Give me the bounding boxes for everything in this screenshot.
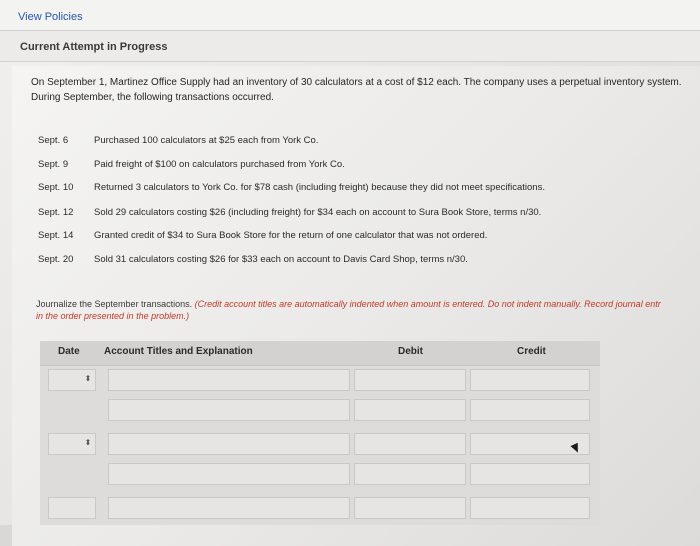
instructions: Journalize the September transactions. (… [36,298,700,322]
select-spinner-icon: ⬍ [84,374,92,383]
transaction-row: Sept. 10 Returned 3 calculators to York … [38,182,545,193]
credit-input[interactable] [470,399,590,421]
select-spinner-icon: ⬍ [84,438,92,447]
attempt-status-text: Current Attempt in Progress [20,41,168,53]
debit-input[interactable] [354,497,466,519]
transaction-description: Paid freight of $100 on calculators purc… [94,159,345,170]
attempt-status-bar: Current Attempt in Progress [0,31,700,62]
credit-input[interactable] [470,497,590,519]
page: View Policies Current Attempt in Progres… [0,0,700,546]
transaction-date: Sept. 12 [38,207,74,218]
transaction-date: Sept. 14 [38,230,74,241]
account-title-input[interactable] [108,399,350,421]
view-policies-link[interactable]: View Policies [18,11,83,23]
debit-input[interactable] [354,369,466,391]
account-title-input[interactable] [108,497,350,519]
debit-input[interactable] [354,433,466,455]
transaction-description: Returned 3 calculators to York Co. for $… [94,182,545,193]
transaction-description: Sold 29 calculators costing $26 (includi… [94,207,542,218]
date-select[interactable] [48,497,96,519]
credit-input[interactable] [470,369,590,391]
transaction-description: Sold 31 calculators costing $26 for $33 … [94,254,468,265]
transaction-description: Purchased 100 calculators at $25 each fr… [94,135,319,146]
debit-input[interactable] [354,463,466,485]
credit-input[interactable] [470,463,590,485]
transaction-row: Sept. 14 Granted credit of $34 to Sura B… [38,230,487,241]
transaction-row: Sept. 20 Sold 31 calculators costing $26… [38,254,468,265]
account-title-input[interactable] [108,433,350,455]
column-header-date: Date [58,346,80,357]
instruction-note: (Credit account titles are automatically… [194,299,661,309]
account-title-input[interactable] [108,369,350,391]
transaction-date: Sept. 10 [38,182,74,193]
account-title-input[interactable] [108,463,350,485]
instruction-note-continued: in the order presented in the problem.) [36,311,190,321]
column-header-credit: Credit [517,346,546,357]
transaction-date: Sept. 9 [38,159,69,170]
transaction-date: Sept. 6 [38,135,69,146]
journal-table: Date Account Titles and Explanation Debi… [40,341,600,525]
transaction-row: Sept. 12 Sold 29 calculators costing $26… [38,207,541,218]
top-bar: View Policies [0,0,700,31]
transaction-row: Sept. 6 Purchased 100 calculators at $25… [38,135,318,146]
transaction-description: Granted credit of $34 to Sura Book Store… [94,230,488,241]
debit-input[interactable] [354,399,466,421]
column-header-account: Account Titles and Explanation [104,346,253,357]
transaction-row: Sept. 9 Paid freight of $100 on calculat… [38,159,345,170]
column-header-debit: Debit [398,346,423,357]
instruction-lead: Journalize the September transactions. [36,299,193,309]
journal-header-row: Date Account Titles and Explanation Debi… [40,341,600,366]
problem-intro: On September 1, Martinez Office Supply h… [31,77,682,103]
transaction-date: Sept. 20 [38,254,74,265]
